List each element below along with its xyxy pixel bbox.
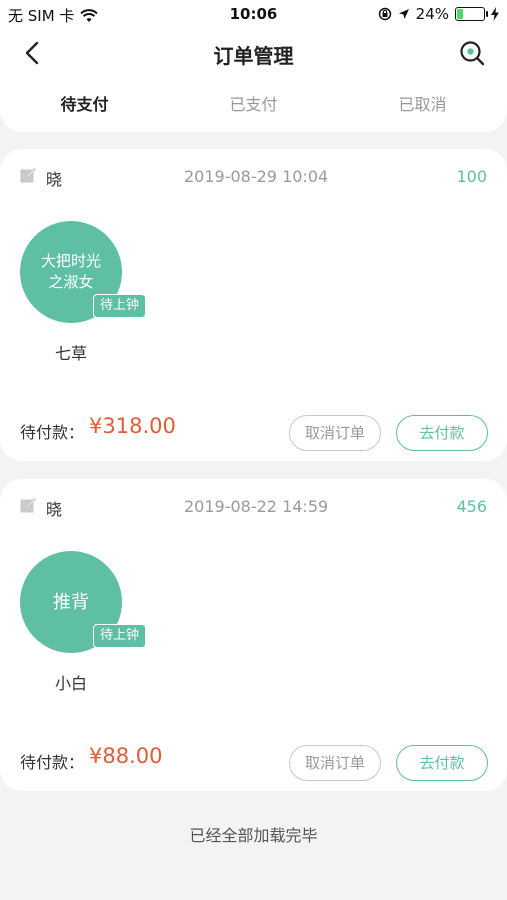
pending-amount: ¥318.00 (89, 414, 176, 438)
end-of-list-text: 已经全部加载完毕 (189, 826, 318, 845)
search-icon[interactable] (457, 38, 487, 68)
cancel-order-button[interactable]: 取消订单 (289, 745, 381, 781)
edit-icon (20, 167, 36, 183)
pending-payment-label: 待付款： (20, 423, 85, 442)
tab-paid[interactable]: 已支付 (169, 78, 338, 132)
pay-button[interactable]: 去付款 (396, 415, 488, 451)
location-arrow-icon (398, 9, 409, 19)
nav-bar: 订单管理 (0, 28, 507, 78)
order-date: 2019-08-22 14:59 (184, 497, 329, 516)
order-date: 2019-08-29 10:04 (184, 167, 329, 186)
order-card: 晓 2019-08-22 14:59 456 推背 待上钟 小白 待付款： ¥8… (0, 479, 507, 791)
technician-name: 小白 (54, 674, 87, 693)
status-right: 24% (378, 5, 499, 23)
battery-fill (457, 9, 463, 19)
order-number: 456 (456, 497, 487, 516)
rotation-lock-icon (378, 7, 391, 21)
pending-amount: ¥88.00 (89, 744, 163, 768)
charging-bolt-icon (491, 7, 499, 21)
tab-pending-payment[interactable]: 待支付 (0, 78, 169, 132)
status-badge: 待上钟 (93, 624, 147, 648)
order-card: 晓 2019-08-29 10:04 100 大把时光之淑女 待上钟 七草 待付… (0, 149, 507, 461)
pending-payment-label: 待付款： (20, 753, 85, 772)
status-bar: 无 SIM 卡 10:06 24% (0, 0, 507, 28)
customer-name: 晓 (46, 500, 63, 519)
order-number: 100 (456, 167, 487, 186)
pay-button[interactable]: 去付款 (396, 745, 488, 781)
technician-name: 七草 (54, 344, 87, 363)
battery-percent: 24% (415, 5, 449, 23)
order-status-tabs: 待支付 已支付 已取消 (0, 78, 507, 132)
customer-name: 晓 (46, 170, 63, 189)
cancel-order-button[interactable]: 取消订单 (289, 415, 381, 451)
edit-icon (20, 497, 36, 513)
status-badge: 待上钟 (93, 294, 147, 318)
battery-icon (455, 7, 488, 21)
tab-cancelled[interactable]: 已取消 (338, 78, 507, 132)
page-title: 订单管理 (213, 44, 294, 68)
